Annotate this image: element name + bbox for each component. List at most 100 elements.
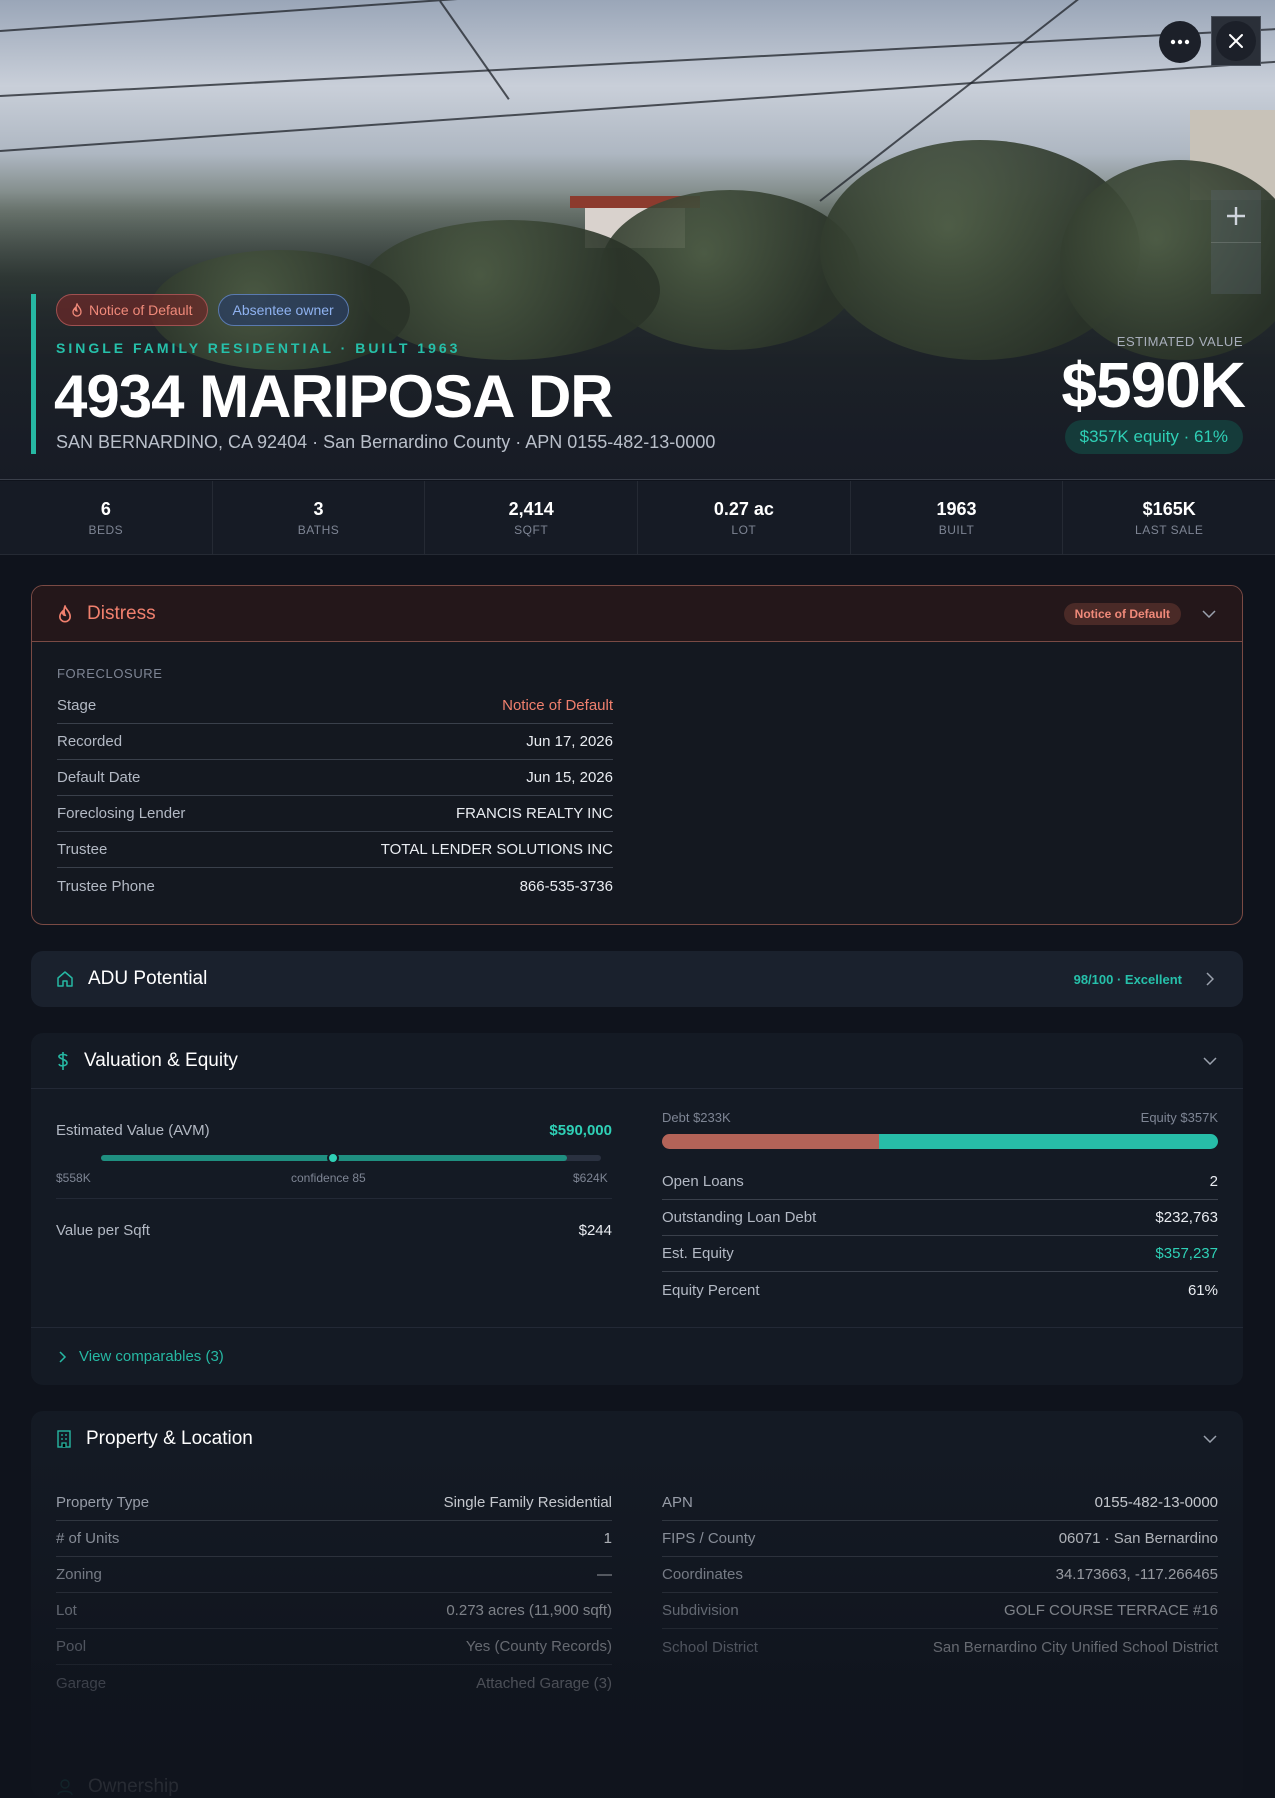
avm-block: Estimated Value (AVM) $590,000	[56, 1112, 612, 1148]
row-value: 0.273 acres (11,900 sqft)	[446, 1602, 612, 1619]
more-options-button[interactable]	[1159, 21, 1201, 63]
property-header[interactable]: Property & Location	[31, 1411, 1243, 1467]
chevron-down-icon[interactable]	[1202, 1431, 1218, 1447]
detail-row: Equity Percent 61%	[662, 1272, 1218, 1308]
row-value: Notice of Default	[502, 697, 613, 714]
row-label: Foreclosing Lender	[57, 805, 186, 822]
valuation-equity-card: Valuation & Equity Estimated Value (AVM)…	[31, 1033, 1243, 1385]
property-type-line: SINGLE FAMILY RESIDENTIAL · BUILT 1963	[56, 340, 461, 356]
equity-pill: $357K equity · 61%	[1064, 420, 1243, 454]
chevron-right-icon[interactable]	[1202, 971, 1218, 987]
bush	[360, 220, 660, 360]
detail-row: APN 0155-482-13-0000	[662, 1485, 1218, 1521]
power-line	[0, 26, 1275, 97]
dollar-icon	[58, 1051, 68, 1070]
divider	[56, 1198, 612, 1199]
zoom-out-button[interactable]	[1211, 242, 1261, 294]
home-icon	[57, 971, 73, 987]
stat-baths: 3 BATHS	[213, 481, 426, 554]
row-label: APN	[662, 1494, 693, 1511]
card-title: Distress	[87, 602, 156, 624]
detail-row: Property Type Single Family Residential	[56, 1485, 612, 1521]
range-low-label: $558K	[56, 1171, 91, 1185]
chevron-down-icon[interactable]	[1201, 606, 1217, 622]
card-title: ADU Potential	[88, 968, 208, 989]
card-title: Ownership	[88, 1776, 179, 1797]
stat-value: 0.27 ac	[713, 498, 774, 519]
value-per-sqft-block: Value per Sqft $244	[56, 1212, 612, 1248]
row-value: GOLF COURSE TERRACE #16	[1004, 1602, 1218, 1619]
row-label: # of Units	[56, 1530, 120, 1547]
row-value: Jun 17, 2026	[526, 733, 613, 750]
notice-of-default-badge: Notice of Default	[56, 294, 208, 326]
row-value: 866-535-3736	[519, 877, 613, 895]
accent-bar	[31, 294, 36, 454]
row-value: TOTAL LENDER SOLUTIONS INC	[380, 841, 613, 858]
zoom-in-button[interactable]	[1211, 190, 1261, 242]
row-value: 06071 · San Bernardino	[1058, 1530, 1218, 1547]
row-label: Stage	[57, 697, 97, 714]
header-right	[1202, 1411, 1218, 1467]
stat-value: 2,414	[508, 498, 554, 519]
foreclosure-details: Stage Notice of Default Recorded Jun 17, 2…	[57, 688, 613, 904]
row-value: 2	[1209, 1173, 1218, 1190]
equity-label: Equity $357K	[1140, 1110, 1218, 1125]
header-right	[1202, 1033, 1218, 1089]
adu-potential-card[interactable]: ADU Potential 98/100 · Excellent	[31, 951, 1243, 1007]
adu-score: 98/100 · Excellent	[1073, 971, 1182, 987]
stat-label: LAST SALE	[1135, 522, 1204, 537]
link-label: View comparables (3)	[79, 1348, 224, 1365]
stat-label: BEDS	[88, 522, 124, 537]
detail-row: Lot 0.273 acres (11,900 sqft)	[56, 1593, 612, 1629]
row-value: $244	[578, 1221, 612, 1239]
close-icon	[1216, 21, 1256, 61]
row-label: Property Type	[56, 1494, 150, 1511]
header-right: Notice of Default	[1063, 586, 1217, 642]
ownership-card-header[interactable]: Ownership	[31, 1757, 1243, 1798]
detail-row: Garage Attached Garage (3)	[56, 1665, 612, 1701]
stat-lot: 0.27 ac LOT	[638, 481, 851, 554]
row-label: FIPS / County	[662, 1530, 756, 1547]
row-value: Attached Garage (3)	[476, 1674, 612, 1692]
detail-row: School District San Bernardino City Unifi…	[662, 1629, 1218, 1665]
chevron-right-icon	[59, 1350, 67, 1363]
stat-label: SQFT	[514, 522, 549, 537]
view-comparables-link[interactable]: View comparables (3)	[31, 1327, 1243, 1385]
distress-header[interactable]: Distress Notice of Default	[32, 586, 1242, 642]
adu-header: ADU Potential 98/100 · Excellent	[31, 951, 1243, 1007]
more-horizontal-icon	[1170, 39, 1190, 45]
stat-last-sale: $165K LAST SALE	[1063, 481, 1275, 554]
detail-row: Value per Sqft $244	[56, 1212, 612, 1248]
estimated-value: $590K	[1061, 349, 1246, 421]
header-right: 98/100 · Excellent	[1074, 951, 1218, 1007]
row-label: School District	[662, 1638, 758, 1656]
stat-label: LOT	[731, 522, 757, 537]
power-line	[439, 0, 510, 100]
badge-label: Notice of Default	[89, 302, 193, 318]
detail-row: Recorded Jun 17, 2026	[57, 724, 613, 760]
close-button[interactable]	[1211, 16, 1261, 66]
property-details-left: Property Type Single Family Residential #…	[56, 1485, 612, 1701]
row-value: Yes (County Records)	[465, 1638, 612, 1655]
chevron-down-icon[interactable]	[1202, 1053, 1218, 1069]
section-label: FORECLOSURE	[57, 666, 163, 681]
stat-value: 3	[313, 498, 324, 519]
detail-row: Pool Yes (County Records)	[56, 1629, 612, 1665]
range-high-label: $624K	[573, 1171, 608, 1185]
row-label: Pool	[56, 1638, 87, 1655]
loan-details: Open Loans 2 Outstanding Loan Debt $232,76…	[662, 1164, 1218, 1308]
stat-value: 1963	[936, 498, 977, 519]
equity-segment	[878, 1134, 1218, 1149]
row-value: 61%	[1187, 1281, 1218, 1299]
detail-row: Zoning —	[56, 1557, 612, 1593]
building-icon	[57, 1430, 71, 1448]
valuation-header[interactable]: Valuation & Equity	[31, 1033, 1243, 1089]
row-value: 0155-482-13-0000	[1094, 1494, 1218, 1511]
row-value: $357,237	[1155, 1245, 1218, 1262]
avm-row: Estimated Value (AVM) $590,000	[56, 1112, 612, 1148]
row-label: Open Loans	[662, 1173, 744, 1190]
flame-icon	[72, 303, 82, 317]
row-value: $232,763	[1155, 1209, 1218, 1226]
row-label: Equity Percent	[662, 1281, 760, 1299]
flame-icon	[59, 604, 71, 622]
